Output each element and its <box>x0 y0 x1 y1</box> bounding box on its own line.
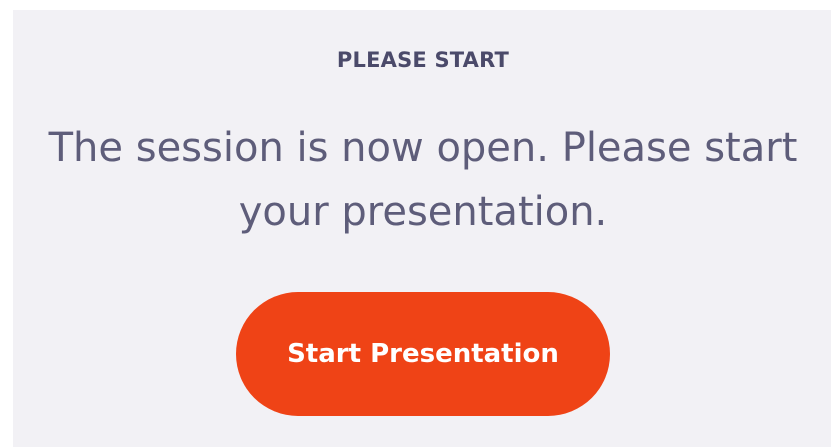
session-message: The session is now open. Please start yo… <box>48 125 798 235</box>
status-heading: PLEASE START <box>336 48 510 72</box>
start-presentation-button[interactable]: Start Presentation <box>236 292 610 416</box>
